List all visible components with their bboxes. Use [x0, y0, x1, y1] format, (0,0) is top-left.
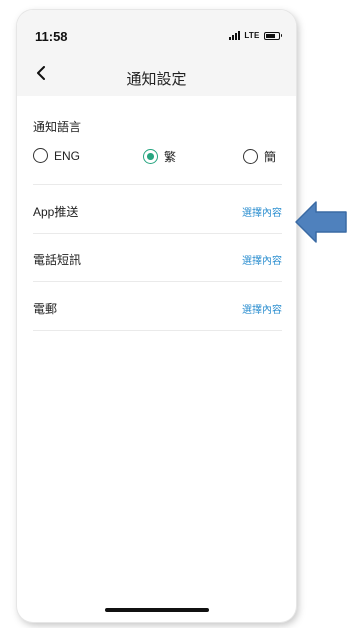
- radio-circle: [243, 149, 258, 164]
- radio-label-eng: ENG: [54, 148, 81, 163]
- radio-circle: [33, 148, 48, 163]
- radio-simplified[interactable]: 簡: [243, 148, 276, 165]
- select-content-link-app-push[interactable]: 選擇內容: [242, 204, 282, 219]
- battery-icon: [263, 31, 280, 40]
- select-content-link-email[interactable]: 選擇內容: [242, 301, 282, 316]
- row-title-app-push: App推送: [33, 205, 79, 219]
- battery-tip: [280, 34, 282, 37]
- row-email: 電郵 選擇內容: [33, 282, 282, 331]
- status-time: 11:58: [35, 29, 68, 44]
- row-title-email: 電郵: [33, 302, 58, 316]
- network-type: LTE: [244, 31, 260, 40]
- status-bar: 11:58 LTE: [17, 10, 296, 50]
- nav-bar: 通知設定: [17, 50, 296, 96]
- radio-label-simplified: 簡: [264, 150, 277, 164]
- phone-screen: 11:58 LTE 通知設定 通知語言 ENG 繁 簡 App推送 選擇內容 電…: [17, 10, 296, 622]
- radio-eng[interactable]: ENG: [33, 148, 80, 163]
- status-icons: LTE: [229, 31, 282, 40]
- row-sms: 電話短訊 選擇內容: [33, 233, 282, 282]
- radio-traditional[interactable]: 繁: [143, 148, 176, 165]
- signal-icon: [229, 31, 241, 40]
- select-content-link-sms[interactable]: 選擇內容: [242, 252, 282, 267]
- annotation-arrow-icon: [295, 201, 347, 243]
- radio-circle-selected: [143, 149, 158, 164]
- radio-label-traditional: 繁: [164, 150, 177, 164]
- language-radio-group: ENG 繁 簡: [17, 142, 296, 172]
- row-app-push: App推送 選擇內容: [33, 184, 282, 234]
- language-label: 通知語言: [33, 120, 82, 134]
- home-indicator: [105, 608, 209, 612]
- row-title-sms: 電話短訊: [33, 253, 82, 267]
- page-title: 通知設定: [126, 71, 187, 88]
